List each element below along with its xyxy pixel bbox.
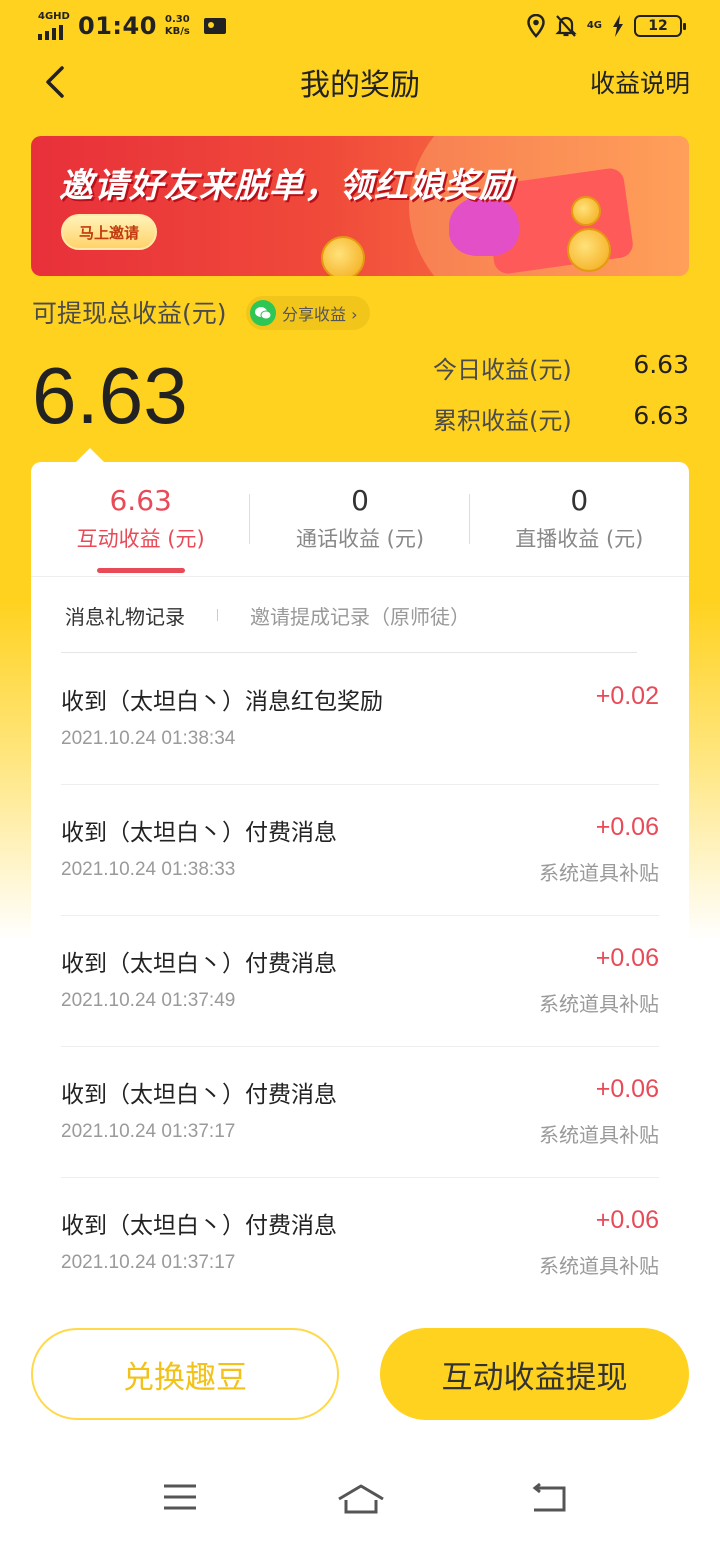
bottom-action-bar: 兑换趣豆 互动收益提现 — [0, 1306, 720, 1544]
total-withdrawable-label: 可提现总收益(元) — [32, 299, 227, 328]
earnings-tabs: 6.63 互动收益 (元) 0 通话收益 (元) 0 直播收益 (元) — [31, 462, 689, 577]
earnings-explanation-link[interactable]: 收益说明 — [590, 64, 690, 100]
record-subtabs: 消息礼物记录 邀请提成记录（原师徒） — [31, 578, 689, 652]
coin-icon — [321, 236, 365, 276]
list-item[interactable]: 收到（太坦白丶）付费消息 2021.10.24 01:37:17 +0.06 系… — [61, 1178, 659, 1309]
tab-call-earnings[interactable]: 0 通话收益 (元) — [250, 462, 469, 576]
share-earnings-button[interactable]: 分享收益 › — [246, 296, 370, 330]
banner-title: 邀请好友来脱单，领红娘奖励 — [59, 166, 514, 206]
exchange-beans-button[interactable]: 兑换趣豆 — [31, 1328, 339, 1420]
signal-bars-icon — [38, 25, 72, 40]
withdraw-button[interactable]: 互动收益提现 — [380, 1328, 689, 1420]
cumulative-earnings-value: 6.63 — [633, 401, 689, 430]
record-time: 2021.10.24 01:37:17 — [61, 1252, 236, 1273]
network-type: 4GHD — [38, 11, 70, 22]
record-amount: +0.06 — [595, 813, 659, 841]
subtab-invite-records[interactable]: 邀请提成记录（原师徒） — [250, 601, 470, 630]
record-note: 系统道具补贴 — [539, 1254, 659, 1278]
charging-icon — [613, 15, 623, 37]
tab-value: 0 — [570, 484, 589, 517]
record-time: 2021.10.24 01:37:17 — [61, 1121, 236, 1142]
record-note: 系统道具补贴 — [539, 861, 659, 885]
clock: 01:40 — [78, 12, 157, 40]
record-note: 系统道具补贴 — [539, 992, 659, 1016]
signal-indicator: 4GHD — [38, 12, 72, 40]
record-amount: +0.06 — [595, 1075, 659, 1103]
coin-icon — [567, 228, 611, 272]
today-earnings-value: 6.63 — [633, 350, 689, 379]
divider — [61, 652, 637, 653]
subtab-gift-records[interactable]: 消息礼物记录 — [65, 601, 185, 630]
tab-label: 互动收益 (元) — [76, 527, 205, 551]
mute-bell-icon — [555, 15, 577, 37]
network-speed: 0.30 KB/s — [164, 14, 190, 37]
share-earnings-label: 分享收益 › — [282, 305, 358, 324]
record-time: 2021.10.24 01:38:33 — [61, 859, 236, 880]
list-item[interactable]: 收到（太坦白丶）付费消息 2021.10.24 01:38:33 +0.06 系… — [61, 785, 659, 916]
total-amount: 6.63 — [32, 351, 188, 440]
tab-value: 6.63 — [109, 484, 172, 517]
home-icon[interactable] — [336, 1482, 386, 1516]
cumulative-earnings-label: 累积收益(元) — [433, 407, 572, 435]
subtab-divider — [217, 609, 218, 621]
tab-divider — [469, 494, 470, 544]
record-title: 收到（太坦白丶）付费消息 — [61, 951, 337, 977]
status-bar: 4GHD 01:40 0.30 KB/s 4G 12 — [0, 0, 720, 56]
record-title: 收到（太坦白丶）付费消息 — [61, 820, 337, 846]
battery-icon: 12 — [634, 15, 686, 37]
navigation-bar: 我的奖励 收益说明 — [0, 56, 720, 106]
record-title: 收到（太坦白丶）付费消息 — [61, 1213, 337, 1239]
today-earnings-row: 今日收益(元) 6.63 — [433, 350, 689, 385]
coin-icon — [571, 196, 601, 226]
cumulative-earnings-row: 累积收益(元) 6.63 — [433, 401, 689, 436]
record-time: 2021.10.24 01:38:34 — [61, 728, 236, 749]
menu-icon[interactable] — [162, 1482, 198, 1512]
tab-label: 通话收益 (元) — [295, 527, 425, 551]
active-tab-indicator — [96, 568, 185, 573]
earnings-card: 6.63 互动收益 (元) 0 通话收益 (元) 0 直播收益 (元) 消息礼物… — [31, 462, 689, 1312]
system-navigation-bar — [0, 1466, 720, 1526]
back-icon[interactable] — [528, 1482, 568, 1514]
wechat-icon — [250, 300, 276, 326]
tab-label: 直播收益 (元) — [515, 527, 644, 551]
invite-banner[interactable]: 邀请好友来脱单，领红娘奖励 马上邀请 — [31, 136, 689, 276]
record-amount: +0.06 — [595, 944, 659, 972]
tab-interaction-earnings[interactable]: 6.63 互动收益 (元) — [31, 462, 250, 576]
contact-card-icon — [203, 18, 226, 34]
list-item[interactable]: 收到（太坦白丶）付费消息 2021.10.24 01:37:49 +0.06 系… — [61, 916, 659, 1047]
list-item[interactable]: 收到（太坦白丶）消息红包奖励 2021.10.24 01:38:34 +0.02 — [61, 654, 659, 785]
record-note: 系统道具补贴 — [539, 1123, 659, 1147]
today-earnings-label: 今日收益(元) — [433, 356, 572, 384]
records-list: 收到（太坦白丶）消息红包奖励 2021.10.24 01:38:34 +0.02… — [61, 654, 659, 1309]
tab-value: 0 — [351, 484, 369, 517]
record-title: 收到（太坦白丶）付费消息 — [61, 1082, 337, 1108]
invite-now-button[interactable]: 马上邀请 — [61, 214, 157, 250]
tab-live-earnings[interactable]: 0 直播收益 (元) — [470, 462, 689, 576]
list-item[interactable]: 收到（太坦白丶）付费消息 2021.10.24 01:37:17 +0.06 系… — [61, 1047, 659, 1178]
location-icon — [527, 14, 545, 38]
record-amount: +0.02 — [595, 682, 659, 710]
record-title: 收到（太坦白丶）消息红包奖励 — [61, 689, 383, 715]
network-type-right: 4G — [586, 20, 602, 31]
tab-divider — [249, 494, 250, 544]
record-amount: +0.06 — [595, 1206, 659, 1234]
record-time: 2021.10.24 01:37:49 — [61, 990, 236, 1011]
